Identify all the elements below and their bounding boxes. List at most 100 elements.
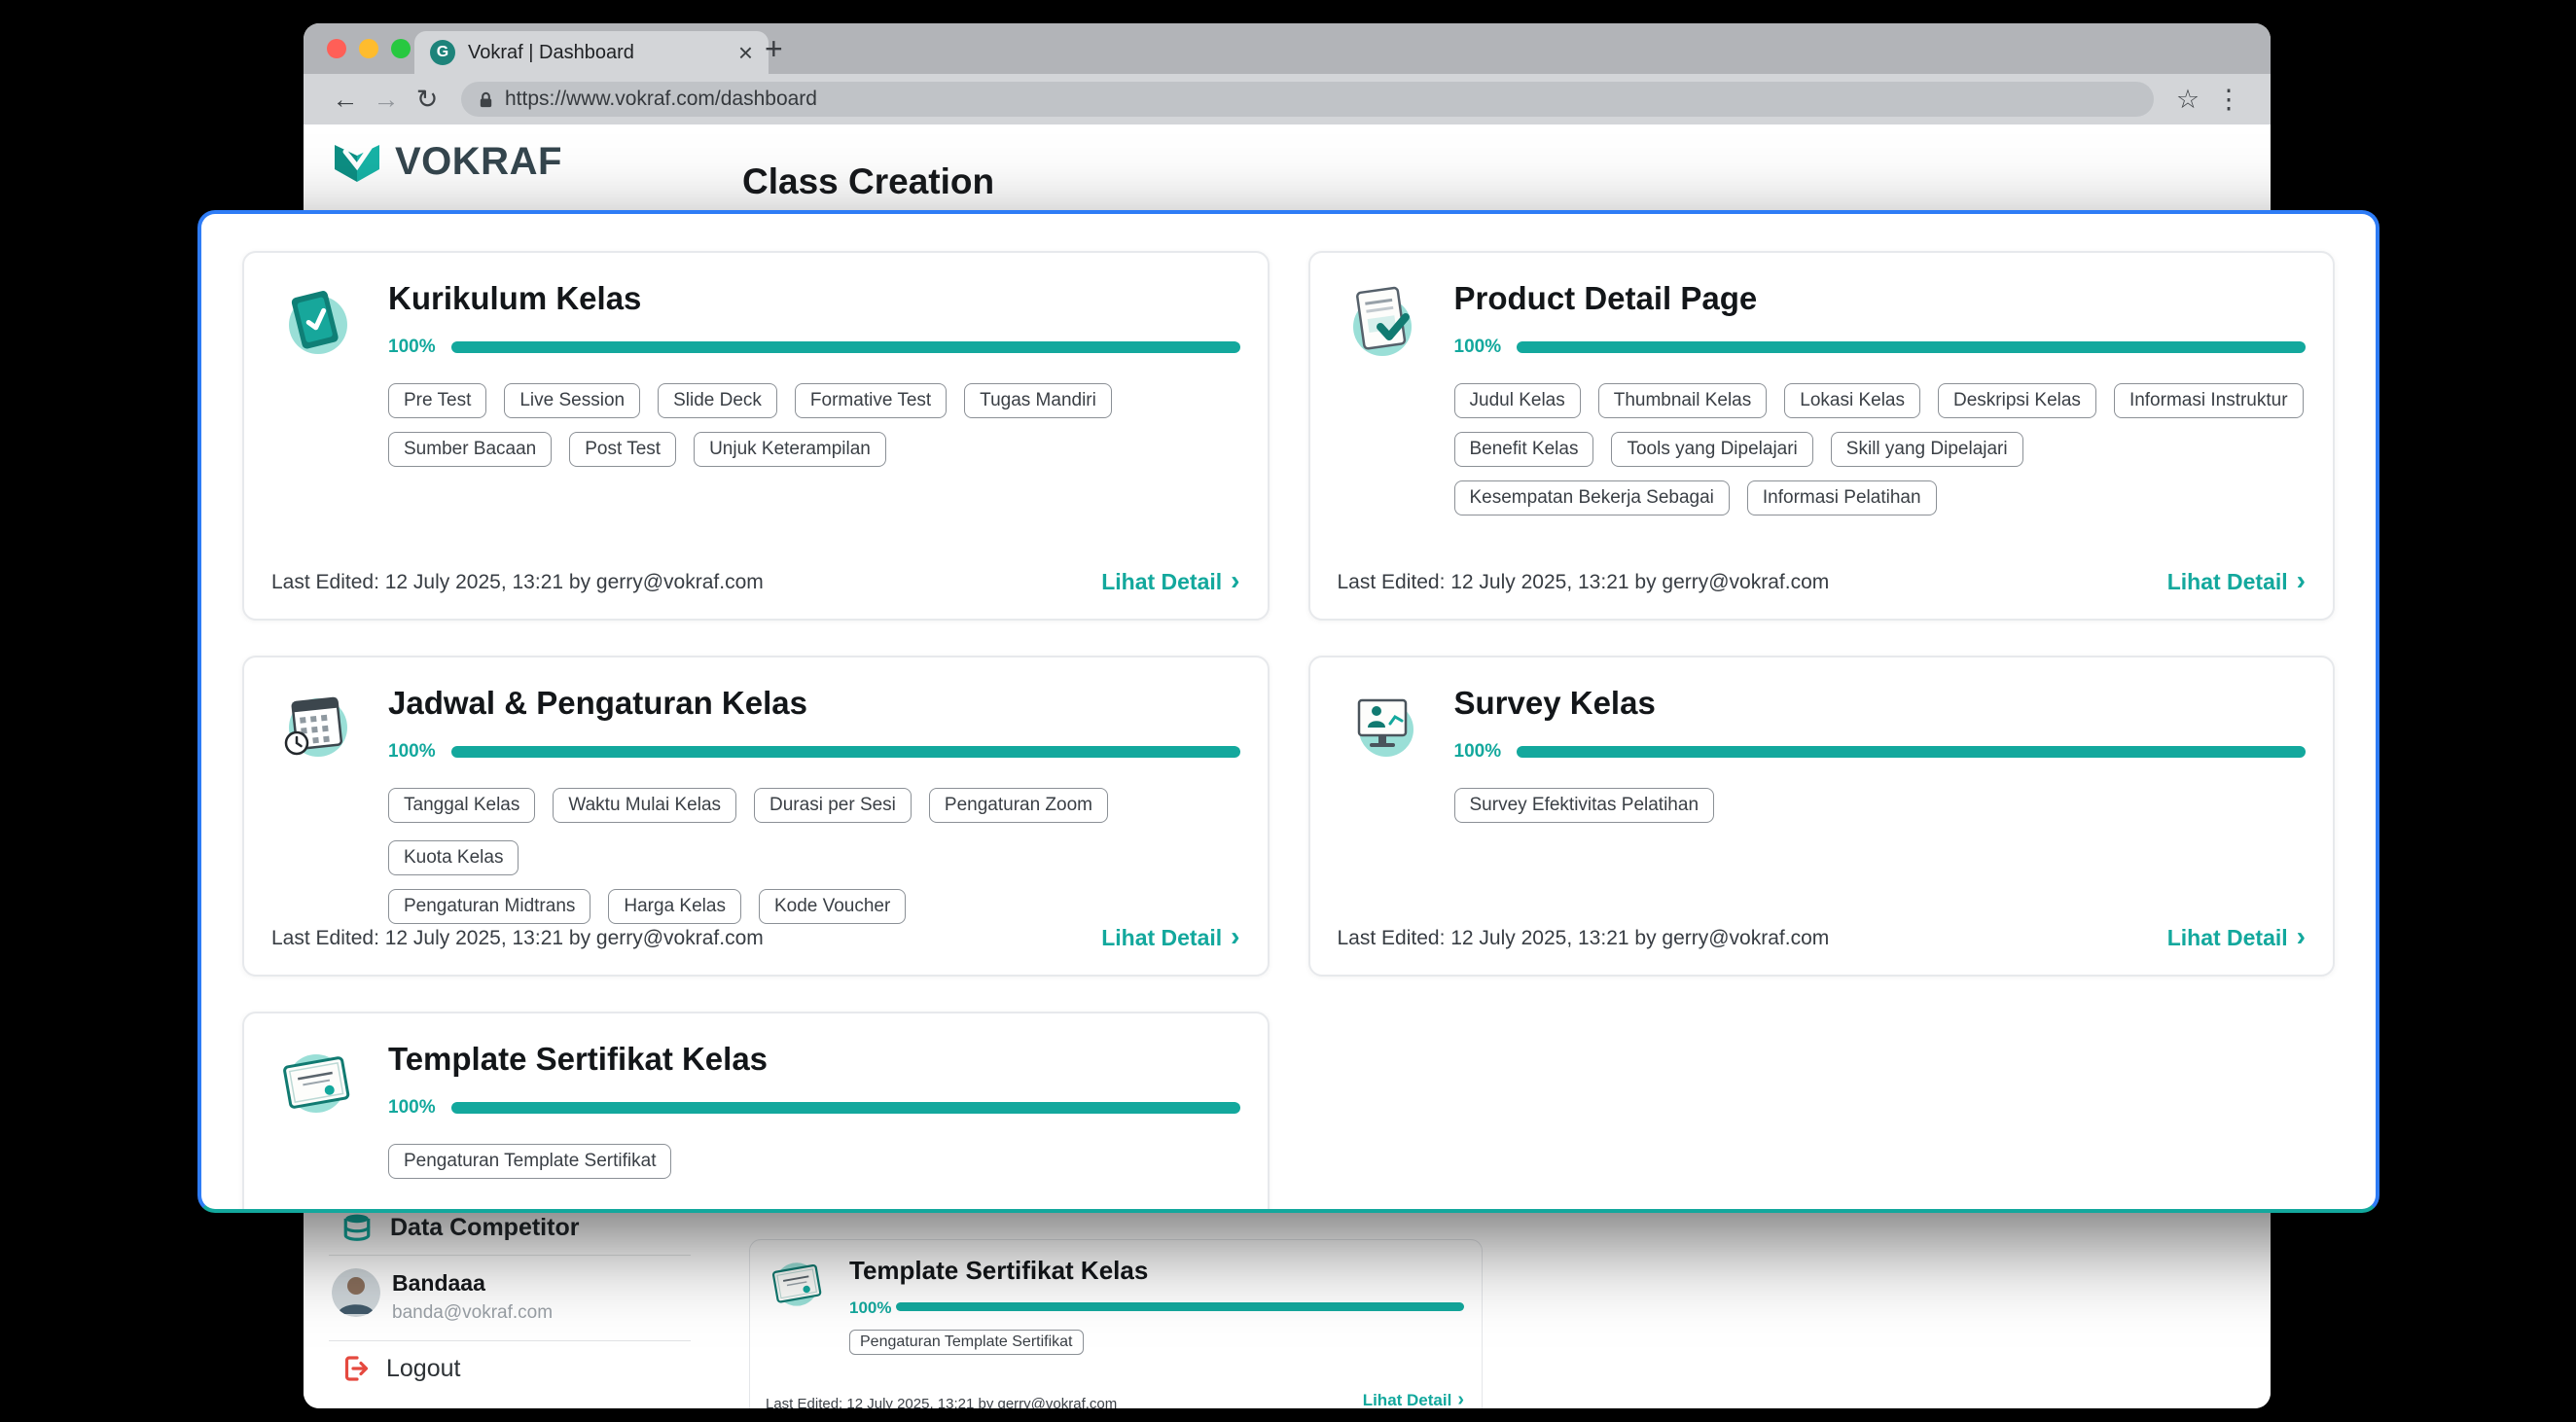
last-edited-text: Last Edited: 12 July 2025, 13:21 by gerr… — [1338, 927, 1830, 950]
tag-chip: Thumbnail Kelas — [1598, 383, 1768, 418]
logout-button[interactable]: Logout — [341, 1354, 460, 1383]
chevron-right-icon: › — [1457, 1390, 1464, 1409]
lihat-detail-link[interactable]: Lihat Detail › — [1101, 925, 1239, 951]
browser-menu-icon[interactable]: ⋮ — [2208, 85, 2249, 115]
brand-name: VOKRAF — [395, 140, 562, 184]
tag-chip: Tanggal Kelas — [388, 788, 535, 823]
certificate-icon — [271, 1037, 361, 1126]
sidebar-item-label: Data Competitor — [390, 1214, 579, 1242]
calendar-clock-icon — [271, 681, 361, 770]
forward-icon[interactable]: → — [366, 85, 407, 115]
tag-row: Sumber BacaanPost TestUnjuk Keterampilan — [388, 432, 1240, 467]
zoom-window-button[interactable] — [391, 39, 411, 58]
minimize-window-button[interactable] — [359, 39, 378, 58]
tag-list: Pengaturan Template Sertifikat — [849, 1330, 1084, 1369]
sidebar-divider — [329, 1255, 691, 1256]
close-tab-icon[interactable]: × — [738, 40, 753, 65]
background-card-template-sertifikat: Template Sertifikat Kelas 100% Pengatura… — [749, 1239, 1483, 1408]
database-icon — [341, 1212, 373, 1243]
vokraf-logo-icon — [331, 138, 383, 185]
tag-row: Survey Efektivitas Pelatihan — [1454, 788, 2307, 823]
chevron-right-icon: › — [2297, 567, 2306, 594]
close-window-button[interactable] — [327, 39, 346, 58]
survey-monitor-icon — [1338, 681, 1427, 770]
sidebar-item-data-competitor[interactable]: Data Competitor — [341, 1212, 579, 1243]
lihat-detail-link[interactable]: Lihat Detail › — [2167, 569, 2306, 595]
lihat-detail-link[interactable]: Lihat Detail › — [2167, 925, 2306, 951]
favicon-icon: G — [430, 40, 455, 65]
progress-bar — [451, 1102, 1240, 1114]
progress-percent: 100% — [1454, 337, 1502, 358]
progress-bar — [451, 341, 1240, 353]
card-kurikulum-kelas: Kurikulum Kelas 100% Pre TestLive Sessio… — [242, 251, 1270, 621]
reload-icon[interactable]: ↻ — [407, 85, 447, 115]
chevron-right-icon: › — [1231, 923, 1239, 950]
tag-chip: Slide Deck — [658, 383, 777, 418]
lihat-detail-link[interactable]: Lihat Detail › — [1101, 569, 1239, 595]
lock-icon — [477, 90, 495, 109]
user-email: banda@vokraf.com — [392, 1302, 553, 1324]
card-title: Template Sertifikat Kelas — [849, 1256, 1148, 1286]
tag-chip: Benefit Kelas — [1454, 432, 1594, 467]
last-edited-text: Last Edited: 12 July 2025, 13:21 by gerr… — [271, 927, 764, 950]
user-name: Bandaaa — [392, 1270, 553, 1297]
bookmark-star-icon[interactable]: ☆ — [2167, 85, 2208, 115]
tab-title: Vokraf | Dashboard — [468, 42, 726, 64]
tag-chip: Sumber Bacaan — [388, 432, 552, 467]
last-edited-text: Last Edited: 12 July 2025, 13:21 by gerr… — [1338, 571, 1830, 594]
tag-chip: Survey Efektivitas Pelatihan — [1454, 788, 1715, 823]
tag-row: Tanggal Kelas Waktu Mulai Kelas Durasi per… — [388, 788, 1240, 875]
page-title: Class Creation — [742, 161, 994, 202]
browser-toolbar: ← → ↻ https://www.vokraf.com/dashboard ☆… — [304, 74, 2271, 125]
card-product-detail-page: Product Detail Page 100% Judul Kelas Thum… — [1308, 251, 2336, 621]
user-profile[interactable]: Bandaaa banda@vokraf.com — [332, 1268, 553, 1324]
progress-percent: 100% — [388, 1097, 436, 1119]
sidebar-divider — [329, 1340, 691, 1341]
back-icon[interactable]: ← — [325, 85, 366, 115]
tag-list: Judul Kelas Thumbnail Kelas Lokasi Kelas De… — [1454, 383, 2307, 515]
tag-chip: Skill yang Dipelajari — [1831, 432, 2023, 467]
tag-chip: Lokasi Kelas — [1784, 383, 1920, 418]
card-template-sertifikat-kelas: Template Sertifikat Kelas 100% Pengatura… — [242, 1012, 1270, 1213]
progress-percent: 100% — [388, 337, 436, 358]
tag-row: Pre TestLive SessionSlide DeckFormative … — [388, 383, 1240, 418]
tag-chip: Kode Voucher — [759, 889, 906, 924]
tag-chip: Pre Test — [388, 383, 486, 418]
tag-chip: Deskripsi Kelas — [1938, 383, 2096, 418]
tag-list: Pengaturan Template Sertifikat — [388, 1144, 1240, 1179]
address-bar[interactable]: https://www.vokraf.com/dashboard — [461, 82, 2154, 117]
tag-list: Pre TestLive SessionSlide DeckFormative … — [388, 383, 1240, 467]
tab-strip: G Vokraf | Dashboard × + — [304, 23, 2271, 74]
card-title: Jadwal & Pengaturan Kelas — [388, 685, 1240, 722]
tag-chip: Unjuk Keterampilan — [694, 432, 886, 467]
progress-bar — [451, 746, 1240, 758]
card-survey-kelas: Survey Kelas 100% Survey Efektivitas Pel… — [1308, 656, 2336, 977]
tag-chip: Waktu Mulai Kelas — [553, 788, 736, 823]
tag-chip: Formative Test — [795, 383, 947, 418]
card-title: Template Sertifikat Kelas — [388, 1041, 1240, 1078]
progress-bar — [1517, 341, 2306, 353]
tag-row: Pengaturan Template Sertifikat — [388, 1144, 1240, 1179]
tag-chip: Durasi per Sesi — [754, 788, 912, 823]
tag-chip: Pengaturan Template Sertifikat — [388, 1144, 671, 1179]
browser-tab[interactable]: G Vokraf | Dashboard × — [414, 31, 769, 74]
last-edited-text: Last Edited: 12 July 2025, 13:21 by gerr… — [766, 1396, 1117, 1408]
tag-chip: Informasi Instruktur — [2114, 383, 2304, 418]
progress-percent: 100% — [849, 1298, 891, 1318]
logout-icon — [341, 1354, 371, 1383]
class-creation-modal: Kurikulum Kelas 100% Pre TestLive Sessio… — [197, 210, 2379, 1213]
last-edited-text: Last Edited: 12 July 2025, 13:21 by gerr… — [271, 571, 764, 594]
chevron-right-icon: › — [1231, 567, 1239, 594]
tag-chip: Judul Kelas — [1454, 383, 1581, 418]
tag-chip: Pengaturan Template Sertifikat — [849, 1330, 1084, 1355]
new-tab-button[interactable]: + — [765, 31, 783, 67]
tag-row: Kesempatan Bekerja SebagaiInformasi Pela… — [1454, 480, 2307, 515]
card-title: Survey Kelas — [1454, 685, 2307, 722]
tag-chip: Tools yang Dipelajari — [1611, 432, 1812, 467]
card-title: Product Detail Page — [1454, 280, 2307, 317]
card-grid: Kurikulum Kelas 100% Pre TestLive Sessio… — [201, 214, 2376, 1213]
lihat-detail-link[interactable]: Lihat Detail › — [1363, 1391, 1464, 1408]
tag-row: Judul Kelas Thumbnail Kelas Lokasi Kelas De… — [1454, 383, 2307, 418]
vokraf-logo[interactable]: VOKRAF — [331, 138, 562, 185]
certificate-icon — [764, 1250, 830, 1316]
